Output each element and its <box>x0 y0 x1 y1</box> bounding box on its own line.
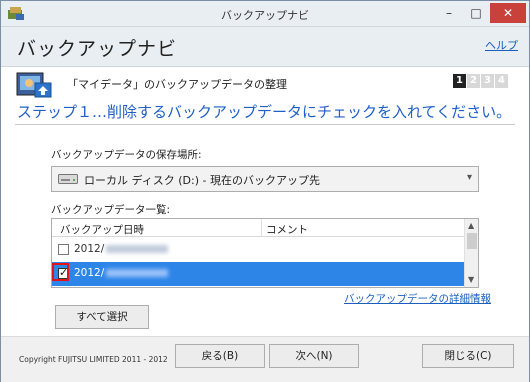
select-all-button[interactable]: すべて選択 <box>55 305 149 329</box>
copyright-text: Copyright FUJITSU LIMITED 2011 - 2012 <box>19 355 168 364</box>
column-separator <box>261 219 262 237</box>
drive-icon <box>58 174 78 184</box>
section-title: 「マイデータ」のバックアップデータの整理 <box>67 78 287 91</box>
minimize-button[interactable]: – <box>436 3 462 23</box>
backup-detail-link[interactable]: バックアップデータの詳細情報 <box>344 291 491 306</box>
backup-date-prefix: 2012/ <box>74 243 105 255</box>
storage-location-value: ローカル ディスク (D:) - 現在のバックアップ先 <box>84 174 320 187</box>
storage-location-dropdown[interactable]: ローカル ディスク (D:) - 現在のバックアップ先 ▾ <box>51 166 479 192</box>
storage-label: バックアップデータの保存場所: <box>51 149 202 161</box>
close-window-button[interactable]: ✕ <box>490 3 526 23</box>
blurred-date <box>106 269 169 277</box>
backup-list[interactable]: バックアップ日時 コメント 2012/ ✓ 2012/ ▲ ▼ <box>51 218 479 288</box>
step-3: 3 <box>481 74 494 88</box>
step-2: 2 <box>467 74 480 88</box>
backup-date-prefix: 2012/ <box>74 267 105 279</box>
scroll-down-icon[interactable]: ▼ <box>468 275 474 284</box>
title-bar[interactable]: バックアップナビ – □ ✕ <box>1 1 529 27</box>
scroll-thumb[interactable] <box>467 233 477 249</box>
column-header-comment[interactable]: コメント <box>266 222 308 237</box>
table-row-selected[interactable]: ✓ 2012/ <box>52 262 464 286</box>
checkbox-highlight-marker <box>52 263 69 281</box>
table-row[interactable]: 2012/ <box>52 238 464 262</box>
close-button[interactable]: 閉じる(C) <box>422 344 514 368</box>
back-button[interactable]: 戻る(B) <box>175 344 265 368</box>
scroll-up-icon[interactable]: ▲ <box>468 221 474 230</box>
row-checkbox[interactable] <box>58 244 69 255</box>
column-header-date[interactable]: バックアップ日時 <box>60 222 144 237</box>
chevron-down-icon: ▾ <box>466 172 472 183</box>
backup-navi-window: バックアップナビ – □ ✕ バックアップナビ ヘルプ 「マイデータ」のバックア… <box>0 0 530 382</box>
next-button[interactable]: 次へ(N) <box>269 344 359 368</box>
divider <box>15 124 515 125</box>
step-indicator: 1234 <box>453 73 509 88</box>
backup-list-label: バックアップデータ一覧: <box>51 204 171 216</box>
blurred-date <box>106 245 169 253</box>
backup-photo-icon <box>16 72 52 98</box>
maximize-button[interactable]: □ <box>463 3 489 23</box>
backup-date: 2012/ <box>74 243 169 255</box>
list-scrollbar[interactable]: ▲ ▼ <box>464 219 478 287</box>
list-header: バックアップ日時 コメント <box>52 219 464 237</box>
step-1: 1 <box>453 74 466 88</box>
step-heading: ステップ１…削除するバックアップデータにチェックを入れてください。 <box>17 103 512 121</box>
app-header: バックアップナビ ヘルプ <box>1 27 529 67</box>
step-4: 4 <box>495 74 508 88</box>
backup-date: 2012/ <box>74 267 169 279</box>
help-link[interactable]: ヘルプ <box>485 37 518 53</box>
page-title: バックアップナビ <box>17 38 178 60</box>
